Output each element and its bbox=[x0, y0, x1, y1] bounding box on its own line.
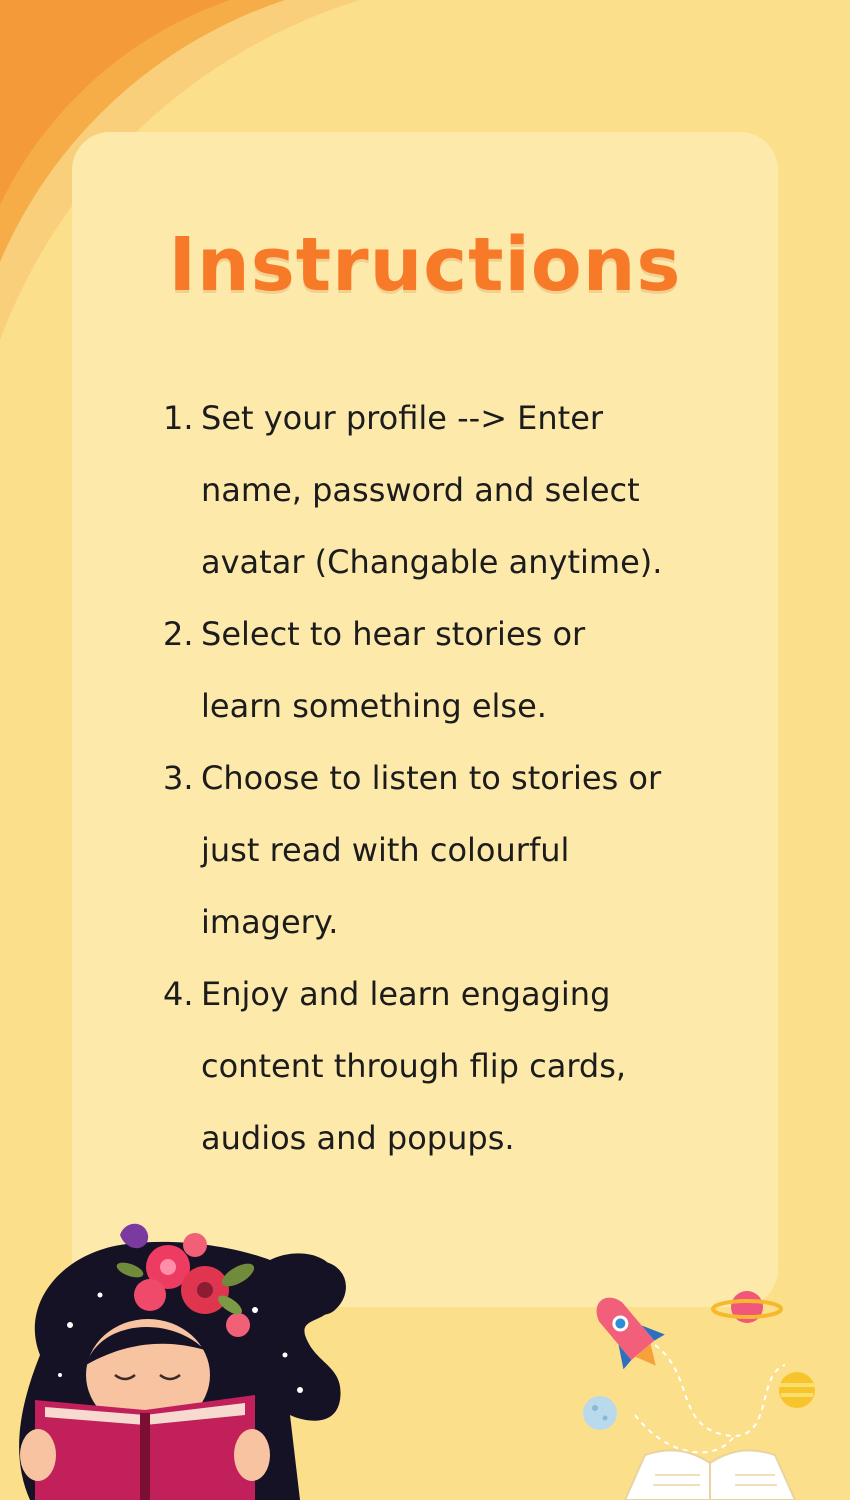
rocket-planet-open-book-illustration bbox=[583, 1291, 815, 1500]
instruction-list: 1. Set your profile --> Enter name, pass… bbox=[163, 382, 743, 1174]
planet-icon bbox=[711, 1291, 783, 1323]
instruction-step-3: 3. Choose to listen to stories or just r… bbox=[163, 742, 743, 958]
girl-reading-book-illustration bbox=[19, 1223, 346, 1500]
step-text: Select to hear stories or learn somethin… bbox=[201, 615, 586, 725]
moon-icon bbox=[583, 1396, 617, 1430]
step-number: 4. bbox=[163, 975, 194, 1013]
instruction-step-1: 1. Set your profile --> Enter name, pass… bbox=[163, 382, 743, 598]
step-number: 3. bbox=[163, 759, 194, 797]
striped-planet-icon bbox=[779, 1372, 815, 1408]
step-text: Choose to listen to stories or just read… bbox=[201, 759, 662, 941]
rocket-icon bbox=[596, 1297, 665, 1370]
step-number: 1. bbox=[163, 399, 194, 437]
open-book-icon bbox=[623, 1449, 797, 1500]
instruction-step-4: 4. Enjoy and learn engaging content thro… bbox=[163, 958, 743, 1174]
page-title: Instructions bbox=[168, 222, 682, 308]
step-number: 2. bbox=[163, 615, 194, 653]
step-text: Set your profile --> Enter name, passwor… bbox=[201, 399, 663, 581]
step-text: Enjoy and learn engaging content through… bbox=[201, 975, 627, 1157]
instruction-step-2: 2. Select to hear stories or learn somet… bbox=[163, 598, 743, 742]
